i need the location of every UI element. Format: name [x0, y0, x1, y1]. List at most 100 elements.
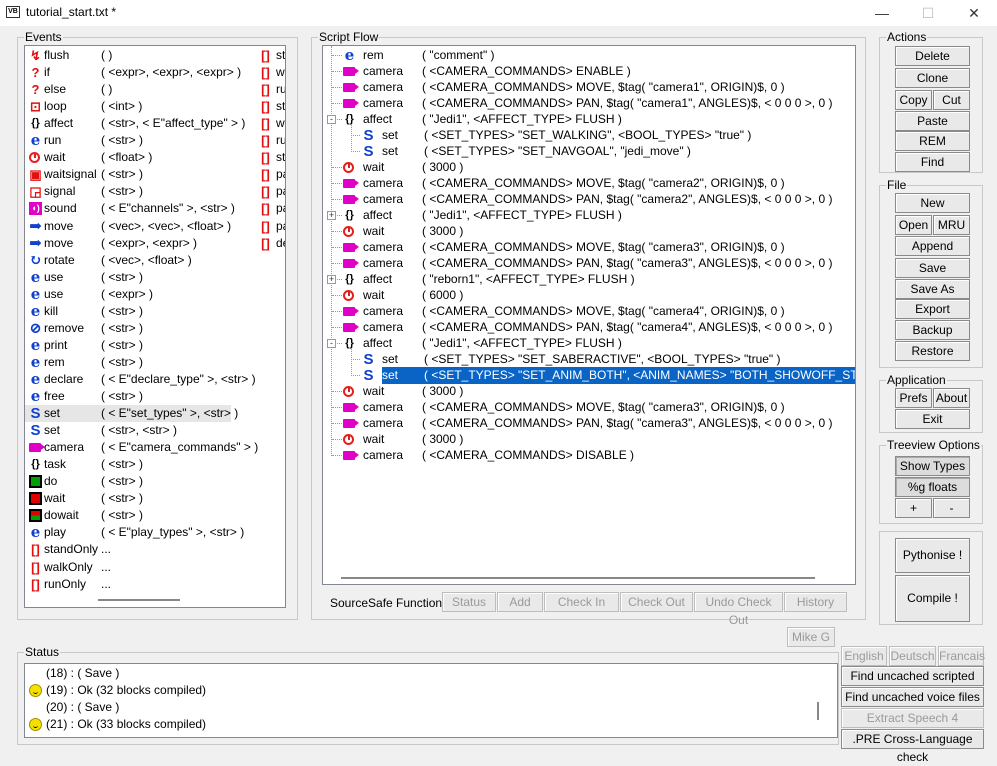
script-row[interactable]: camera ( <CAMERA_COMMANDS> MOVE, $tag( "c…: [343, 239, 855, 256]
event-item[interactable]: e print ( <str> ): [25, 337, 285, 354]
compile-button[interactable]: Compile !: [895, 575, 970, 622]
script-row[interactable]: wait ( 6000 ): [343, 287, 855, 304]
script-row[interactable]: camera ( <CAMERA_COMMANDS> MOVE, $tag( "c…: [343, 303, 855, 320]
save-as-button[interactable]: Save As: [895, 279, 970, 299]
open-button[interactable]: Open: [895, 215, 932, 235]
sourcesafe-check-in-button[interactable]: Check In: [544, 592, 619, 612]
paste-button[interactable]: Paste: [895, 111, 970, 131]
deutsch-button[interactable]: Deutsch: [889, 646, 936, 666]
sourcesafe-add-button[interactable]: Add: [497, 592, 543, 612]
find-button[interactable]: Find: [895, 152, 970, 172]
event-item[interactable]: {} task ( <str> ): [25, 456, 285, 473]
script-row[interactable]: wait ( 3000 ): [343, 431, 855, 448]
sourcesafe-undo-check-out-button[interactable]: Undo Check Out: [694, 592, 783, 627]
event-item[interactable]: Sset ( < E"set_types" >, <str> ): [25, 405, 238, 423]
english-button[interactable]: English: [841, 646, 887, 666]
francais-button[interactable]: Francais: [938, 646, 985, 666]
script-row[interactable]: camera ( <CAMERA_COMMANDS> MOVE, $tag( "c…: [343, 79, 855, 96]
sourcesafe-check-out-button[interactable]: Check Out: [620, 592, 693, 612]
event-item[interactable]: e rem ( <str> ): [25, 354, 285, 371]
events-list[interactable]: ↯ flush ( )? if ( <expr>, <expr>, <expr> )? e…: [24, 45, 286, 608]
event-item[interactable]: ◲ signal ( <str> ): [25, 183, 285, 200]
event-item[interactable]: ▣ waitsignal ( <str> ): [25, 166, 285, 183]
cut-button[interactable]: Cut: [933, 90, 970, 110]
script-row[interactable]: wait ( 3000 ): [343, 159, 855, 176]
script-row[interactable]: e rem ( "comment" ): [343, 47, 855, 64]
script-row[interactable]: wait ( 3000 ): [343, 383, 855, 400]
event-item[interactable]: ↻ rotate ( <vec>, <float> ): [25, 252, 285, 269]
script-row[interactable]: camera ( <CAMERA_COMMANDS> PAN, $tag( "ca…: [343, 415, 855, 432]
mru-button[interactable]: MRU: [933, 215, 970, 235]
new-button[interactable]: New: [895, 193, 970, 213]
event-item[interactable]: [] standOnly...: [25, 541, 285, 558]
maximize-button[interactable]: ☐: [905, 0, 951, 26]
show-types-toggle[interactable]: Show Types: [895, 456, 970, 476]
event-item[interactable]: [] runOnly...: [25, 576, 285, 593]
script-row[interactable]: camera ( <CAMERA_COMMANDS> PAN, $tag( "ca…: [343, 95, 855, 112]
event-item[interactable]: ↯ flush ( ): [25, 47, 285, 64]
script-row[interactable]: {} affect ( "Jedi1", <AFFECT_TYPE> FLUSH ): [343, 111, 855, 128]
pythonise-button[interactable]: Pythonise !: [895, 538, 970, 573]
collapse-button[interactable]: -: [933, 498, 970, 518]
event-item[interactable]: {} affect ( <str>, < E"affect_type" > ): [25, 115, 285, 132]
extract-speech-button[interactable]: Extract Speech 4 translation: [841, 708, 984, 743]
events-scrollbar[interactable]: [98, 599, 180, 601]
event-item[interactable]: dowait ( <str> ): [25, 507, 285, 524]
tree-scrollbar[interactable]: [341, 577, 815, 579]
expand-button[interactable]: +: [895, 498, 932, 518]
event-item[interactable]: e run ( <str> ): [25, 132, 285, 149]
script-row[interactable]: {} affect ( "Jedi1", <AFFECT_TYPE> FLUSH ): [343, 335, 855, 352]
event-item[interactable]: ⊘ remove ( <str> ): [25, 320, 285, 337]
export-button[interactable]: Export: [895, 299, 970, 319]
script-row[interactable]: camera ( <CAMERA_COMMANDS> DISABLE ): [343, 447, 855, 464]
find-uncached-voice-button[interactable]: Find uncached voice files: [841, 687, 984, 707]
author-button[interactable]: Mike G: [787, 627, 835, 647]
sourcesafe-status-button[interactable]: Status: [442, 592, 496, 612]
event-item[interactable]: Sset ( <str>, <str> ): [25, 422, 285, 439]
script-row[interactable]: camera ( <CAMERA_COMMANDS> PAN, $tag( "ca…: [343, 255, 855, 272]
restore-button[interactable]: Restore: [895, 341, 970, 361]
event-item[interactable]: wait ( <float> ): [25, 149, 285, 166]
script-row[interactable]: Sset( <SET_TYPES> "SET_ANIM_BOTH", <ANIM…: [362, 367, 855, 384]
event-item[interactable]: ➡ move ( <vec>, <vec>, <float> ): [25, 218, 285, 235]
event-item[interactable]: camera ( < E"camera_commands" > ): [25, 439, 285, 456]
script-row[interactable]: {} affect ( "reborn1", <AFFECT_TYPE> FLUSH…: [343, 271, 855, 288]
status-scrollbar[interactable]: [817, 702, 819, 720]
event-item[interactable]: ⊡ loop ( <int> ): [25, 98, 285, 115]
script-row[interactable]: {} affect ( "Jedi1", <AFFECT_TYPE> FLUSH ): [343, 207, 855, 224]
event-item[interactable]: do ( <str> ): [25, 473, 285, 490]
script-row[interactable]: Sset ( <SET_TYPES> "SET_SABERACTIVE", <BO…: [362, 351, 855, 368]
find-uncached-audio-button[interactable]: Find uncached scripted audio: [841, 666, 984, 701]
script-row[interactable]: Sset ( <SET_TYPES> "SET_NAVGOAL", "jedi_m…: [362, 143, 855, 160]
exit-button[interactable]: Exit: [895, 409, 970, 429]
script-row[interactable]: camera ( <CAMERA_COMMANDS> MOVE, $tag( "c…: [343, 175, 855, 192]
event-item[interactable]: ◖) sound ( < E"channels" >, <str> ): [25, 200, 285, 217]
event-item[interactable]: e kill ( <str> ): [25, 303, 285, 320]
collapse-node-icon[interactable]: -: [327, 339, 336, 348]
prefs-button[interactable]: Prefs: [895, 388, 932, 408]
script-row[interactable]: camera ( <CAMERA_COMMANDS> PAN, $tag( "ca…: [343, 191, 855, 208]
minimize-button[interactable]: —: [859, 0, 905, 26]
delete-button[interactable]: Delete: [895, 46, 970, 66]
event-item[interactable]: e use ( <str> ): [25, 269, 285, 286]
script-row[interactable]: camera ( <CAMERA_COMMANDS> ENABLE ): [343, 63, 855, 80]
append-button[interactable]: Append: [895, 236, 970, 256]
expand-node-icon[interactable]: +: [327, 275, 336, 284]
close-button[interactable]: ✕: [951, 0, 997, 26]
pre-cross-language-check-button[interactable]: .PRE Cross-Language check: [841, 729, 984, 764]
event-item[interactable]: ? if ( <expr>, <expr>, <expr> ): [25, 64, 285, 81]
event-item[interactable]: wait ( <str> ): [25, 490, 285, 507]
backup-button[interactable]: Backup: [895, 320, 970, 340]
expand-node-icon[interactable]: +: [327, 211, 336, 220]
rem-button[interactable]: REM: [895, 131, 970, 151]
about-button[interactable]: About: [933, 388, 970, 408]
collapse-node-icon[interactable]: -: [327, 115, 336, 124]
event-item[interactable]: ➡ move ( <expr>, <expr> ): [25, 235, 285, 252]
script-row[interactable]: wait ( 3000 ): [343, 223, 855, 240]
script-tree[interactable]: e rem ( "comment" ) camera ( <CAMERA_COMMAND…: [322, 45, 856, 585]
script-row[interactable]: Sset ( <SET_TYPES> "SET_WALKING", <BOOL_T…: [362, 127, 855, 144]
event-item[interactable]: e play ( < E"play_types" >, <str> ): [25, 524, 285, 541]
script-row[interactable]: camera ( <CAMERA_COMMANDS> MOVE, $tag( "c…: [343, 399, 855, 416]
event-item[interactable]: ? else ( ): [25, 81, 285, 98]
sourcesafe-history-button[interactable]: History: [784, 592, 847, 612]
